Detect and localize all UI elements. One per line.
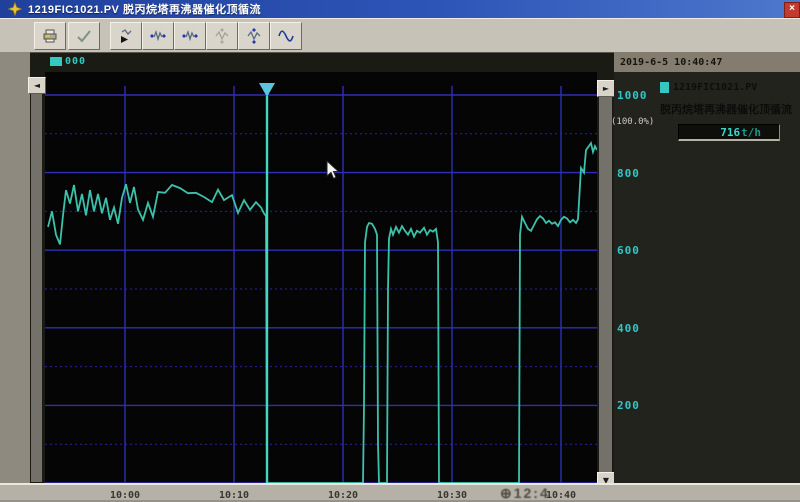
tag-description: 脱丙烷塔再沸器催化顶循流: [660, 101, 800, 116]
confirm-button[interactable]: [68, 22, 100, 50]
x-tick-label: 10:30: [434, 490, 470, 501]
current-value-box: 716 t/h: [678, 124, 780, 141]
tag-name: 1219FIC1021.PV: [673, 82, 757, 93]
scroll-right-button[interactable]: ►: [597, 80, 615, 97]
y-tick-label: 1000: [617, 89, 651, 102]
compress-x-button[interactable]: [174, 22, 206, 50]
print-button[interactable]: [34, 22, 66, 50]
scroll-left-button[interactable]: ◄: [28, 77, 46, 94]
left-scrollbar-track[interactable]: [31, 92, 42, 482]
window-left-edge: [0, 52, 33, 500]
right-scrollbar-track[interactable]: [599, 96, 612, 472]
trend-plot: [45, 72, 597, 483]
app-icon: [8, 2, 22, 16]
trend-legend: 000: [50, 56, 86, 67]
expand-y-button[interactable]: [206, 22, 238, 50]
wave-dots-vertical-grey-icon: [214, 28, 230, 44]
tag-color-swatch: [660, 82, 669, 93]
x-tick-label: 10:10: [216, 490, 252, 501]
y-tick-label: 400: [617, 322, 651, 335]
trend-chart: [45, 72, 597, 483]
photo-watermark: ⊕12:4: [500, 485, 550, 502]
value-unit: t/h: [741, 126, 761, 139]
compress-y-button[interactable]: [238, 22, 270, 50]
window-title: 1219FIC1021.PV 脱丙烷塔再沸器催化顶循流: [28, 1, 261, 17]
x-tick-label: 10:00: [107, 490, 143, 501]
tag-row[interactable]: 1219FIC1021.PV: [660, 82, 757, 93]
expand-x-button[interactable]: [142, 22, 174, 50]
toolbar: [0, 18, 800, 54]
wave-dots-vertical-icon: [246, 28, 262, 44]
y-tick-label: 800: [617, 167, 651, 180]
legend-swatch: [50, 57, 62, 66]
close-button[interactable]: ×: [784, 2, 800, 18]
current-value: 716: [720, 126, 740, 139]
trend-line: [48, 143, 597, 483]
scale-percent-label: (100.0%): [611, 117, 654, 127]
trend-play-icon: [118, 28, 134, 44]
wave-dots-horizontal-icon: [182, 28, 198, 44]
check-icon: [76, 28, 92, 44]
y-tick-label: 200: [617, 399, 651, 412]
sine-wave-icon: [278, 28, 294, 44]
legend-counter: 000: [65, 56, 86, 67]
current-timestamp: 2019-6-5 10:40:47: [614, 52, 800, 72]
trend-run-button[interactable]: [110, 22, 142, 50]
x-tick-label: 10:20: [325, 490, 361, 501]
printer-icon: [42, 28, 58, 44]
wave-dots-horizontal-icon: [150, 28, 166, 44]
curve-style-button[interactable]: [270, 22, 302, 50]
title-bar: 1219FIC1021.PV 脱丙烷塔再沸器催化顶循流 ×: [0, 0, 800, 18]
mouse-pointer: [326, 160, 340, 180]
y-tick-label: 600: [617, 244, 651, 257]
